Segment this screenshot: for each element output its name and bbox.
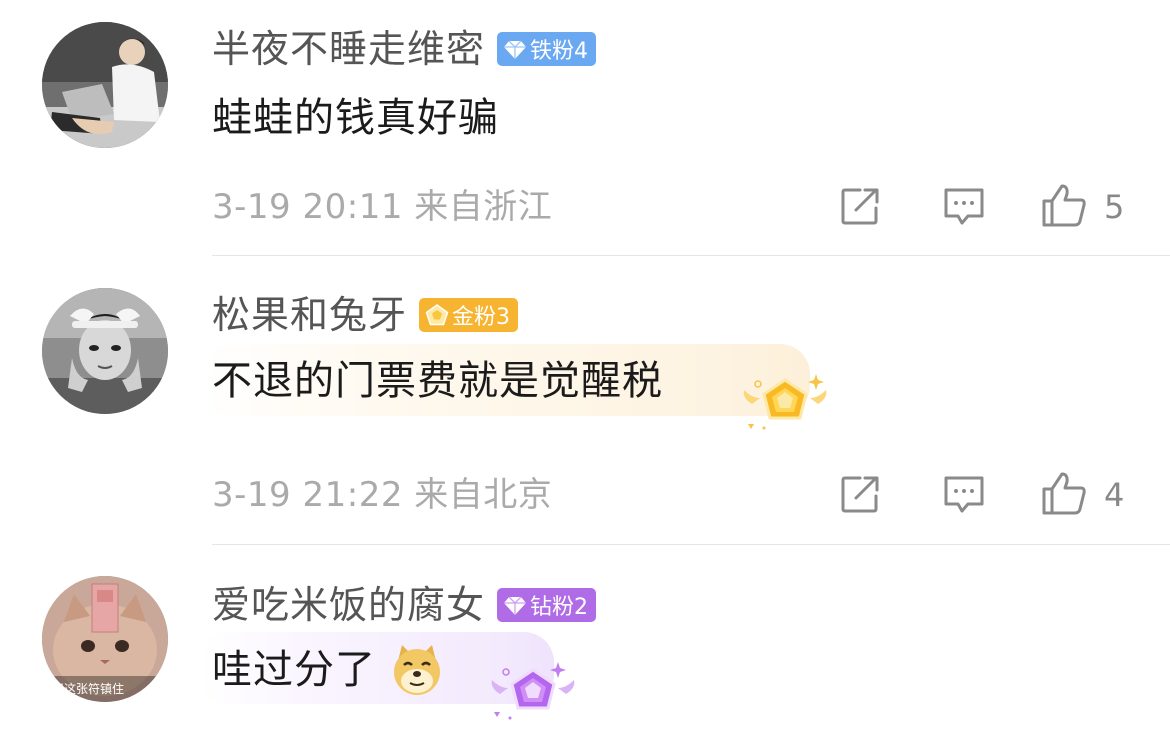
thumbs-up-icon[interactable]: [1040, 470, 1088, 516]
user-row: 爱吃米饭的腐女 钻粉2: [212, 580, 597, 630]
comment-icon[interactable]: [942, 186, 986, 228]
avatar-caption: 用这张符镇住: [52, 681, 124, 696]
doge-emoji-icon: [394, 645, 440, 695]
avatar[interactable]: [42, 22, 168, 148]
avatar[interactable]: [42, 288, 168, 414]
badge-label: 钻粉2: [530, 595, 589, 620]
comment-text: 不退的门票费就是觉醒税: [212, 358, 663, 404]
username[interactable]: 爱吃米饭的腐女: [212, 580, 485, 630]
purple-medal-decoration-icon: [491, 662, 575, 720]
comment-item: 用这张符镇住 爱吃米饭的腐女 钻粉2 哇过分了: [0, 546, 1170, 752]
fan-badge[interactable]: 金粉3: [419, 298, 519, 332]
badge-label: 金粉3: [452, 305, 511, 330]
comment-meta-row: 3-19 20:11 来自浙江: [212, 182, 552, 232]
comment-item: 半夜不睡走维密 铁粉4 蛙蛙的钱真好骗 3-19 20:11 来自浙江 5: [0, 0, 1170, 256]
comment-text-row: 蛙蛙的钱真好骗: [212, 88, 499, 148]
like-count: 5: [1104, 188, 1125, 226]
thumbs-up-icon[interactable]: [1040, 182, 1088, 228]
comment-text-row: 不退的门票费就是觉醒税: [212, 351, 663, 411]
user-row: 松果和兔牙 金粉3: [212, 290, 519, 340]
comment-meta: 3-19 20:11 来自浙江: [212, 187, 553, 227]
user-row: 半夜不睡走维密 铁粉4: [212, 24, 597, 74]
badge-label: 铁粉4: [530, 39, 589, 64]
diamond-icon: [504, 40, 527, 59]
share-icon[interactable]: [840, 186, 882, 226]
comment-icon[interactable]: [942, 474, 986, 516]
username[interactable]: 半夜不睡走维密: [212, 24, 485, 74]
username[interactable]: 松果和兔牙: [212, 290, 407, 340]
fan-badge[interactable]: 铁粉4: [497, 32, 597, 66]
like-count: 4: [1104, 476, 1125, 514]
avatar[interactable]: 用这张符镇住: [42, 576, 168, 702]
comment-meta: 3-19 21:22 来自北京: [212, 475, 553, 515]
purple-diamond-icon: [504, 596, 527, 615]
comment-meta-row: 3-19 21:22 来自北京: [212, 470, 552, 520]
comment-text-row: 哇过分了: [212, 640, 444, 700]
share-icon[interactable]: [840, 474, 882, 514]
comment-text: 哇过分了: [212, 647, 376, 693]
gold-medal-decoration-icon: [743, 374, 827, 430]
comment-item: 松果和兔牙 金粉3 不退的门票费就是觉醒税 3-19 21:22 来自北京 4: [0, 256, 1170, 546]
gold-pentagon-icon: [425, 304, 449, 326]
divider: [212, 544, 1170, 545]
comment-text: 蛙蛙的钱真好骗: [212, 95, 499, 141]
fan-badge[interactable]: 钻粉2: [497, 588, 597, 622]
